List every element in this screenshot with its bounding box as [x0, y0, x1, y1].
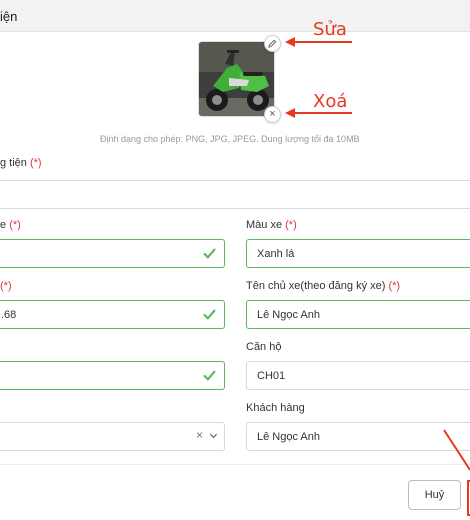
edit-photo-button[interactable] [264, 35, 281, 52]
left-field4-select[interactable]: × [0, 422, 225, 451]
check-icon [203, 248, 216, 259]
color-input[interactable]: Xanh lá [246, 239, 470, 268]
arrowhead-delete [285, 108, 295, 118]
chevron-down-icon[interactable] [209, 431, 218, 440]
customer-label: Khách hàng [246, 402, 305, 414]
apartment-input[interactable]: CH01 [246, 361, 470, 390]
annotation-edit: Sửa [313, 19, 347, 40]
check-icon [203, 309, 216, 320]
pencil-icon [268, 39, 277, 48]
vehicle-type-label: g tiện (*) [0, 157, 42, 169]
motorbike-photo [199, 42, 274, 116]
apartment-label: Căn hộ [246, 341, 282, 353]
vehicle-type-field[interactable] [0, 180, 470, 209]
color-label: Màu xe (*) [246, 219, 297, 231]
annotation-delete: Xoá [313, 91, 348, 112]
modal-title: iện [0, 9, 18, 24]
clear-icon[interactable]: × [196, 429, 203, 441]
owner-label: Tên chủ xe(theo đăng ký xe) (*) [246, 280, 401, 292]
left-field2-label: (*) [0, 280, 12, 292]
vehicle-photo [198, 41, 275, 117]
left-field2-input[interactable]: .68 [0, 300, 225, 329]
arrowhead-edit [285, 37, 295, 47]
modal-header: iện [0, 0, 470, 32]
upload-hint: Định dạng cho phép: PNG, JPG, JPEG. Dung… [100, 134, 360, 144]
customer-input[interactable]: Lê Ngọc Anh [246, 422, 470, 451]
close-icon: × [269, 108, 276, 120]
owner-input[interactable]: Lê Ngọc Anh [246, 300, 470, 329]
check-icon [203, 370, 216, 381]
left-field1-input[interactable] [0, 239, 225, 268]
delete-photo-button[interactable]: × [264, 106, 281, 123]
footer-divider [0, 464, 470, 465]
left-field3-input[interactable] [0, 361, 225, 390]
left-field1-label: e (*) [0, 219, 21, 231]
cancel-button[interactable]: Huỷ [408, 480, 461, 510]
